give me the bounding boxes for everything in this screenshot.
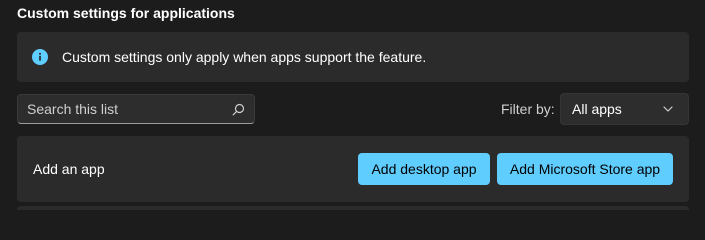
- chevron-down-icon: [662, 103, 674, 115]
- search-input[interactable]: [18, 94, 231, 124]
- section-title: Custom settings for applications: [17, 5, 235, 21]
- add-app-label: Add an app: [33, 161, 105, 177]
- filter-selected-value: All apps: [572, 101, 622, 117]
- custom-settings-page: Custom settings for applications Custom …: [0, 0, 705, 210]
- info-icon: [32, 49, 48, 65]
- filter-dropdown[interactable]: All apps: [560, 93, 689, 125]
- next-list-item: [17, 206, 689, 210]
- search-box[interactable]: [17, 94, 255, 124]
- info-message: Custom settings only apply when apps sup…: [62, 49, 427, 65]
- search-icon[interactable]: [231, 102, 245, 116]
- add-store-app-button[interactable]: Add Microsoft Store app: [497, 153, 673, 185]
- add-app-row: Add an app Add desktop app Add Microsoft…: [17, 136, 689, 202]
- filter-label: Filter by:: [501, 101, 555, 117]
- info-bar: Custom settings only apply when apps sup…: [17, 32, 689, 82]
- add-desktop-app-button[interactable]: Add desktop app: [358, 153, 490, 185]
